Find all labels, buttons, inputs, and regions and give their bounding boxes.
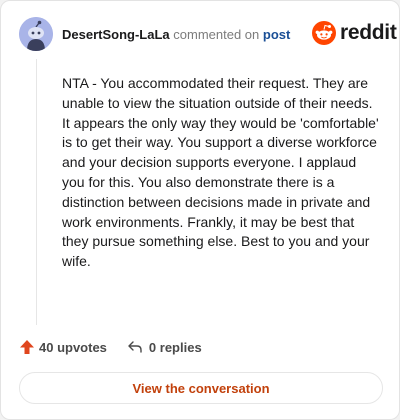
thread-line [36, 59, 37, 325]
reddit-snoo-icon [312, 21, 336, 45]
user-avatar[interactable] [19, 17, 53, 51]
reddit-logo[interactable]: reddit [312, 21, 397, 45]
upvotes[interactable]: 40 upvotes [19, 339, 107, 355]
view-conversation-button[interactable]: View the conversation [19, 372, 383, 404]
reply-arrow-icon [128, 341, 142, 353]
snoo-avatar-icon [19, 17, 53, 51]
upvotes-count: 40 upvotes [39, 339, 107, 355]
username-link[interactable]: DesertSong-LaLa [62, 27, 170, 42]
replies-count: 0 replies [148, 339, 202, 355]
upvote-arrow-icon [20, 340, 34, 354]
comment-action-text: commented on [173, 27, 260, 42]
replies[interactable]: 0 replies [127, 339, 202, 355]
reddit-wordmark: reddit [340, 21, 397, 44]
comment-header: DesertSong-LaLa commented on post [62, 27, 290, 42]
comment-body: NTA - You accommodated their request. Th… [62, 75, 379, 270]
comment-embed-card: DesertSong-LaLa commented on post reddit… [0, 0, 400, 420]
comment-footer: 40 upvotes 0 replies [19, 339, 202, 355]
post-link[interactable]: post [263, 27, 290, 42]
